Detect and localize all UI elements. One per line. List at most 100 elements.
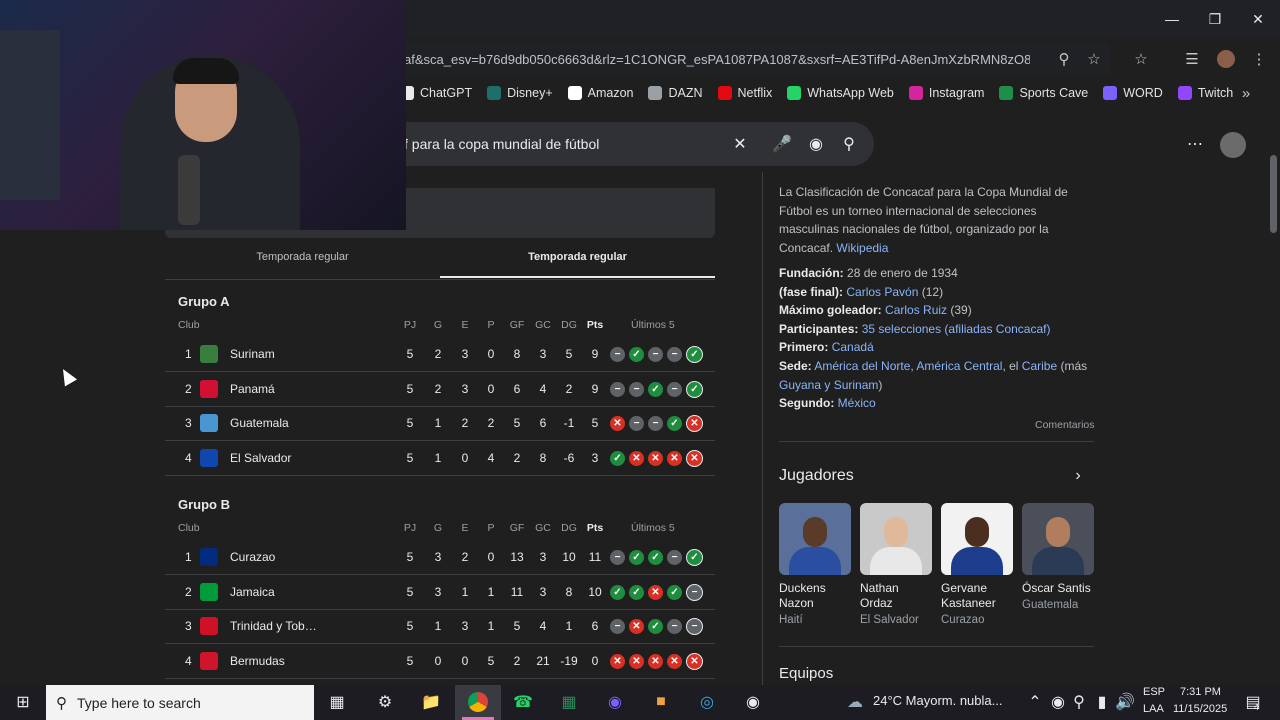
- voice-search-icon[interactable]: 🎤: [772, 134, 792, 154]
- settings-gear-icon[interactable]: ⚙: [372, 690, 398, 714]
- club-name[interactable]: Trinidad y Tob…: [230, 619, 317, 633]
- bookmark-item[interactable]: Disney+: [487, 86, 553, 100]
- player-photo[interactable]: [941, 503, 1013, 575]
- comentarios-link[interactable]: Comentarios: [1035, 419, 1095, 431]
- clock-time[interactable]: 7:31 PM: [1180, 686, 1221, 698]
- club-name[interactable]: Surinam: [230, 347, 275, 361]
- search-submit-icon[interactable]: ⚲: [839, 134, 859, 154]
- table-row[interactable]: 1 Surinam 5 2 3 0 8 3 5 9− ✓ − − ✓: [165, 337, 715, 372]
- calculator-icon[interactable]: ▦: [556, 690, 582, 714]
- fact-link[interactable]: Carlos Pavón: [846, 285, 918, 299]
- club-name[interactable]: Jamaica: [230, 585, 275, 599]
- minimize-button[interactable]: —: [1152, 6, 1192, 32]
- table-row[interactable]: 3 Guatemala 5 1 2 2 5 6 -1 5 ✕ − − ✓ ✕: [165, 406, 715, 442]
- club-name[interactable]: El Salvador: [230, 451, 291, 465]
- player-name[interactable]: Nathan Ordaz: [860, 581, 932, 611]
- player-photo[interactable]: [860, 503, 932, 575]
- jugadores-title[interactable]: Jugadores: [779, 467, 854, 485]
- apps-grid-icon[interactable]: ⋯: [1185, 134, 1205, 154]
- sede-link[interactable]: América Central: [916, 359, 1002, 373]
- bookmark-item[interactable]: Sports Cave: [999, 86, 1088, 100]
- table-row[interactable]: 4 El Salvador 5 1 0 4 2 8 -6 3 ✓ ✕ ✕ ✕ ✕: [165, 441, 715, 477]
- obs-icon[interactable]: ◉: [740, 690, 766, 714]
- club-name[interactable]: Panamá: [230, 382, 275, 396]
- search-query[interactable]: f para la copa mundial de fútbol: [390, 136, 720, 152]
- player-name[interactable]: Gervane Kastaneer: [941, 581, 1013, 611]
- taskbar-search[interactable]: ⚲ Type here to search: [46, 685, 314, 720]
- wikipedia-link[interactable]: Wikipedia: [836, 241, 888, 255]
- notifications-icon[interactable]: ▤: [1240, 690, 1266, 714]
- whatsapp-icon[interactable]: ☎: [510, 690, 536, 714]
- search-box[interactable]: f para la copa mundial de fútbol: [390, 122, 874, 166]
- fact-link[interactable]: Canadá: [832, 340, 874, 354]
- favorites-icon[interactable]: ☆: [1130, 48, 1152, 70]
- sede-link[interactable]: Caribe: [1022, 359, 1057, 373]
- file-explorer-icon[interactable]: 📁: [418, 690, 444, 714]
- player-card[interactable]: Gervane Kastaneer Curazao: [941, 503, 1013, 626]
- sede-link[interactable]: América del Norte: [814, 359, 910, 373]
- column-header-g: G: [433, 522, 443, 534]
- language-top[interactable]: ESP: [1143, 686, 1165, 698]
- volume-icon[interactable]: 🔊: [1112, 690, 1138, 714]
- club-name[interactable]: Bermudas: [230, 654, 285, 668]
- clock-date[interactable]: 11/15/2025: [1173, 703, 1227, 715]
- tab-temporada-regular-2[interactable]: Temporada regular: [440, 251, 715, 263]
- language-bottom[interactable]: LAA: [1143, 703, 1164, 715]
- chevron-right-icon[interactable]: ›: [1068, 466, 1088, 486]
- bookmarks-bar: ChatGPT Disney+ Amazon DAZN Netflix WhatsApp …: [400, 80, 1248, 106]
- menu-icon[interactable]: ⋮: [1248, 48, 1270, 70]
- close-window-button[interactable]: ✕: [1238, 6, 1278, 32]
- table-row[interactable]: 2 Panamá 5 2 3 0 6 4 2 9− − ✓ − ✓: [165, 372, 715, 407]
- bookmark-item[interactable]: WhatsApp Web: [787, 86, 894, 100]
- club-name[interactable]: Guatemala: [230, 416, 289, 430]
- bookmarks-overflow-icon[interactable]: »: [1235, 82, 1257, 104]
- bookmark-item[interactable]: Amazon: [567, 86, 633, 100]
- clear-search-icon[interactable]: ✕: [730, 134, 750, 154]
- bookmark-star-icon[interactable]: ☆: [1083, 48, 1105, 70]
- fact-link[interactable]: México: [838, 396, 876, 410]
- bookmark-item[interactable]: DAZN: [648, 86, 703, 100]
- weather-icon[interactable]: ☁: [842, 690, 868, 714]
- table-row[interactable]: 1 Curazao 5 3 2 0 13 3 10 11− ✓ ✓ − ✓: [165, 540, 715, 575]
- bookmark-item[interactable]: WORD: [1103, 86, 1163, 100]
- weather-text[interactable]: 24°C Mayorm. nubla...: [873, 693, 1002, 708]
- app-icon[interactable]: ■: [648, 690, 674, 714]
- lens-search-icon[interactable]: ◉: [806, 134, 826, 154]
- fact-link[interactable]: Carlos Ruiz: [885, 303, 947, 317]
- player-card[interactable]: Duckens Nazon Haití: [779, 503, 851, 626]
- discord-icon[interactable]: ◉: [602, 690, 628, 714]
- windows-start-icon[interactable]: ⊞: [10, 690, 36, 714]
- club-name[interactable]: Curazao: [230, 550, 275, 564]
- account-avatar[interactable]: [1220, 132, 1246, 158]
- address-bar[interactable]: af&sca_esv=b76d9db050c6663d&rlz=1C1ONGR_…: [390, 42, 1110, 76]
- profile-avatar-icon[interactable]: [1215, 48, 1237, 70]
- fact-link[interactable]: 35 selecciones (afiliadas Concacaf): [862, 322, 1051, 336]
- sede-link[interactable]: Guyana y Surinam: [779, 378, 878, 392]
- column-header-last5: Últimos 5: [631, 319, 675, 331]
- chrome-icon[interactable]: [465, 690, 491, 714]
- edge-icon[interactable]: ◎: [694, 690, 720, 714]
- bookmark-item[interactable]: ChatGPT: [400, 86, 472, 100]
- equipos-title[interactable]: Equipos: [779, 665, 833, 682]
- url-text[interactable]: af&sca_esv=b76d9db050c6663d&rlz=1C1ONGR_…: [390, 52, 1030, 67]
- bookmark-item[interactable]: Instagram: [908, 86, 984, 100]
- search-icon[interactable]: ⚲: [1053, 48, 1075, 70]
- scrollbar-thumb[interactable]: [1270, 155, 1277, 233]
- taskbar-search-placeholder[interactable]: Type here to search: [77, 695, 201, 711]
- bookmark-item[interactable]: Netflix: [717, 86, 772, 100]
- player-name[interactable]: Óscar Santis: [1022, 581, 1094, 596]
- player-photo[interactable]: [1022, 503, 1094, 575]
- task-view-icon[interactable]: ▦: [324, 690, 350, 714]
- kp-divider: [779, 441, 1094, 442]
- bookmark-item[interactable]: Twitch: [1177, 86, 1233, 100]
- player-card[interactable]: Óscar Santis Guatemala: [1022, 503, 1094, 611]
- player-photo[interactable]: [779, 503, 851, 575]
- table-row[interactable]: 2 Jamaica 5 3 1 1 11 3 8 10 ✓ ✓ ✕ ✓ −: [165, 575, 715, 610]
- media-control-icon[interactable]: ☰: [1181, 48, 1203, 70]
- tab-temporada-regular-1[interactable]: Temporada regular: [165, 251, 440, 263]
- player-card[interactable]: Nathan Ordaz El Salvador: [860, 503, 932, 626]
- table-row[interactable]: 4 Bermudas 5 0 0 5 2 21 -19 0 ✕ ✕ ✕ ✕ ✕: [165, 644, 715, 680]
- player-name[interactable]: Duckens Nazon: [779, 581, 851, 611]
- restore-button[interactable]: ❐: [1195, 6, 1235, 32]
- table-row[interactable]: 3 Trinidad y Tob… 5 1 3 1 5 4 1 6− ✕ ✓ − −: [165, 609, 715, 645]
